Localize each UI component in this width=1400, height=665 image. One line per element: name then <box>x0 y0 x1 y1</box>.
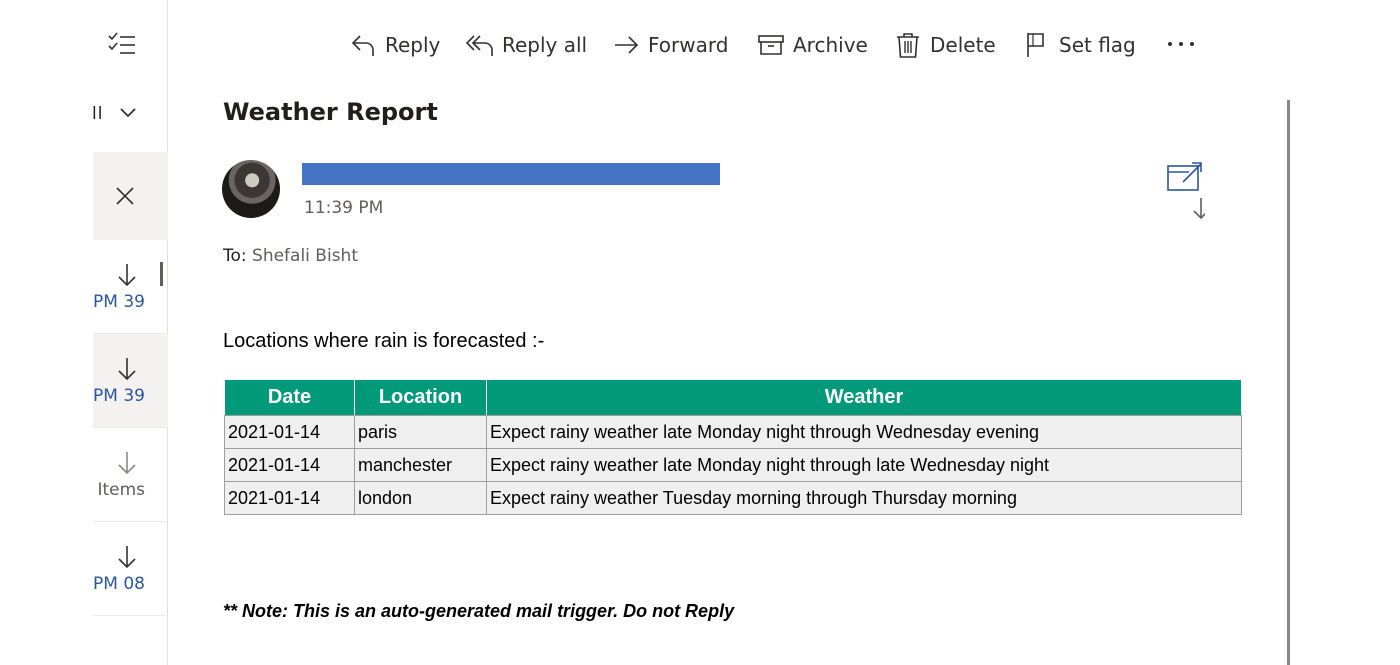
reply-all-label: Reply all <box>502 33 588 57</box>
auto-generated-note: ** Note: This is an auto-generated mail … <box>223 601 735 621</box>
reply-icon <box>351 35 374 56</box>
cell-weather: Expect rainy weather late Monday night t… <box>486 448 1242 482</box>
recipients-line: To: Shefali Bisht <box>223 246 358 266</box>
filter-dropdown[interactable]: ll <box>92 100 152 130</box>
list-item-count: Items <box>97 480 145 500</box>
list-item-time: 39 PM <box>93 386 145 406</box>
header-location: Location <box>354 379 487 416</box>
more-dot-icon <box>1190 42 1194 46</box>
more-dot-icon <box>1179 42 1183 46</box>
cell-date: 2021-01-14 <box>224 481 355 515</box>
cell-weather: Expect rainy weather late Monday night t… <box>486 415 1242 449</box>
arrow-down-icon <box>118 264 136 287</box>
archive-icon <box>758 35 784 55</box>
reply-all-button[interactable]: Reply all <box>466 28 587 62</box>
list-item[interactable]: 08 PM <box>93 522 168 616</box>
delete-label: Delete <box>930 33 996 57</box>
reading-pane-scrollbar[interactable] <box>1287 100 1290 665</box>
reply-label: Reply <box>385 33 441 57</box>
sender-avatar[interactable] <box>222 160 280 218</box>
header-date: Date <box>224 379 355 416</box>
arrow-down-icon <box>118 452 136 475</box>
filter-label: ll <box>92 104 104 124</box>
cell-date: 2021-01-14 <box>224 448 355 482</box>
more-actions-button[interactable] <box>1166 30 1196 58</box>
message-toolbar: Reply Reply all Forward Archive Delete S… <box>168 0 1400 90</box>
arrow-down-icon <box>118 358 136 381</box>
message-time: 11:39 PM <box>304 198 384 218</box>
reply-all-icon <box>466 35 493 56</box>
set-flag-label: Set flag <box>1059 33 1136 57</box>
list-item-time: 39 PM <box>93 292 145 312</box>
delete-button[interactable]: Delete <box>894 28 996 62</box>
table-header-row: Date Location Weather <box>224 379 1242 416</box>
table-row: 2021-01-14 london Expect rainy weather T… <box>224 481 1242 515</box>
table-row: 2021-01-14 manchester Expect rainy weath… <box>224 448 1242 482</box>
weather-table: Date Location Weather 2021-01-14 paris E… <box>224 379 1242 515</box>
cell-weather: Expect rainy weather Tuesday morning thr… <box>486 481 1242 515</box>
list-item[interactable]: Items <box>93 428 168 522</box>
message-list-pane: ll 39 PM 39 PM Items 08 PM <box>0 0 168 665</box>
more-dot-icon <box>1168 42 1172 46</box>
list-item-selected[interactable]: 39 PM <box>93 334 168 428</box>
forward-button[interactable]: Forward <box>612 28 728 62</box>
set-flag-button[interactable]: Set flag <box>1023 28 1136 62</box>
forward-label: Forward <box>648 33 729 57</box>
table-row: 2021-01-14 paris Expect rainy weather la… <box>224 415 1242 449</box>
arrow-down-icon <box>118 546 136 569</box>
archive-button[interactable]: Archive <box>757 28 868 62</box>
cell-date: 2021-01-14 <box>224 415 355 449</box>
list-item-time: 08 PM <box>93 574 145 594</box>
flag-icon <box>1027 33 1044 57</box>
cell-location: paris <box>354 415 487 449</box>
recipient-name[interactable]: Shefali Bisht <box>252 246 358 266</box>
reply-button[interactable]: Reply <box>349 28 440 62</box>
cell-location: manchester <box>354 448 487 482</box>
popout-download-icon[interactable] <box>1165 160 1205 222</box>
body-intro: Locations where rain is forecasted :- <box>223 330 545 352</box>
header-weather: Weather <box>486 379 1242 416</box>
cell-location: london <box>354 481 487 515</box>
message-subject: Weather Report <box>223 98 438 126</box>
list-item[interactable]: 39 PM <box>93 240 168 334</box>
trash-icon <box>897 33 919 58</box>
list-scrollbar[interactable] <box>160 262 163 286</box>
forward-icon <box>615 36 639 54</box>
sender-redacted <box>302 163 720 185</box>
close-icon <box>116 187 134 205</box>
chevron-down-icon <box>120 108 136 118</box>
close-search-button[interactable] <box>93 152 168 240</box>
to-label: To: <box>223 246 247 266</box>
archive-label: Archive <box>793 33 868 57</box>
select-messages-icon[interactable] <box>107 31 137 57</box>
